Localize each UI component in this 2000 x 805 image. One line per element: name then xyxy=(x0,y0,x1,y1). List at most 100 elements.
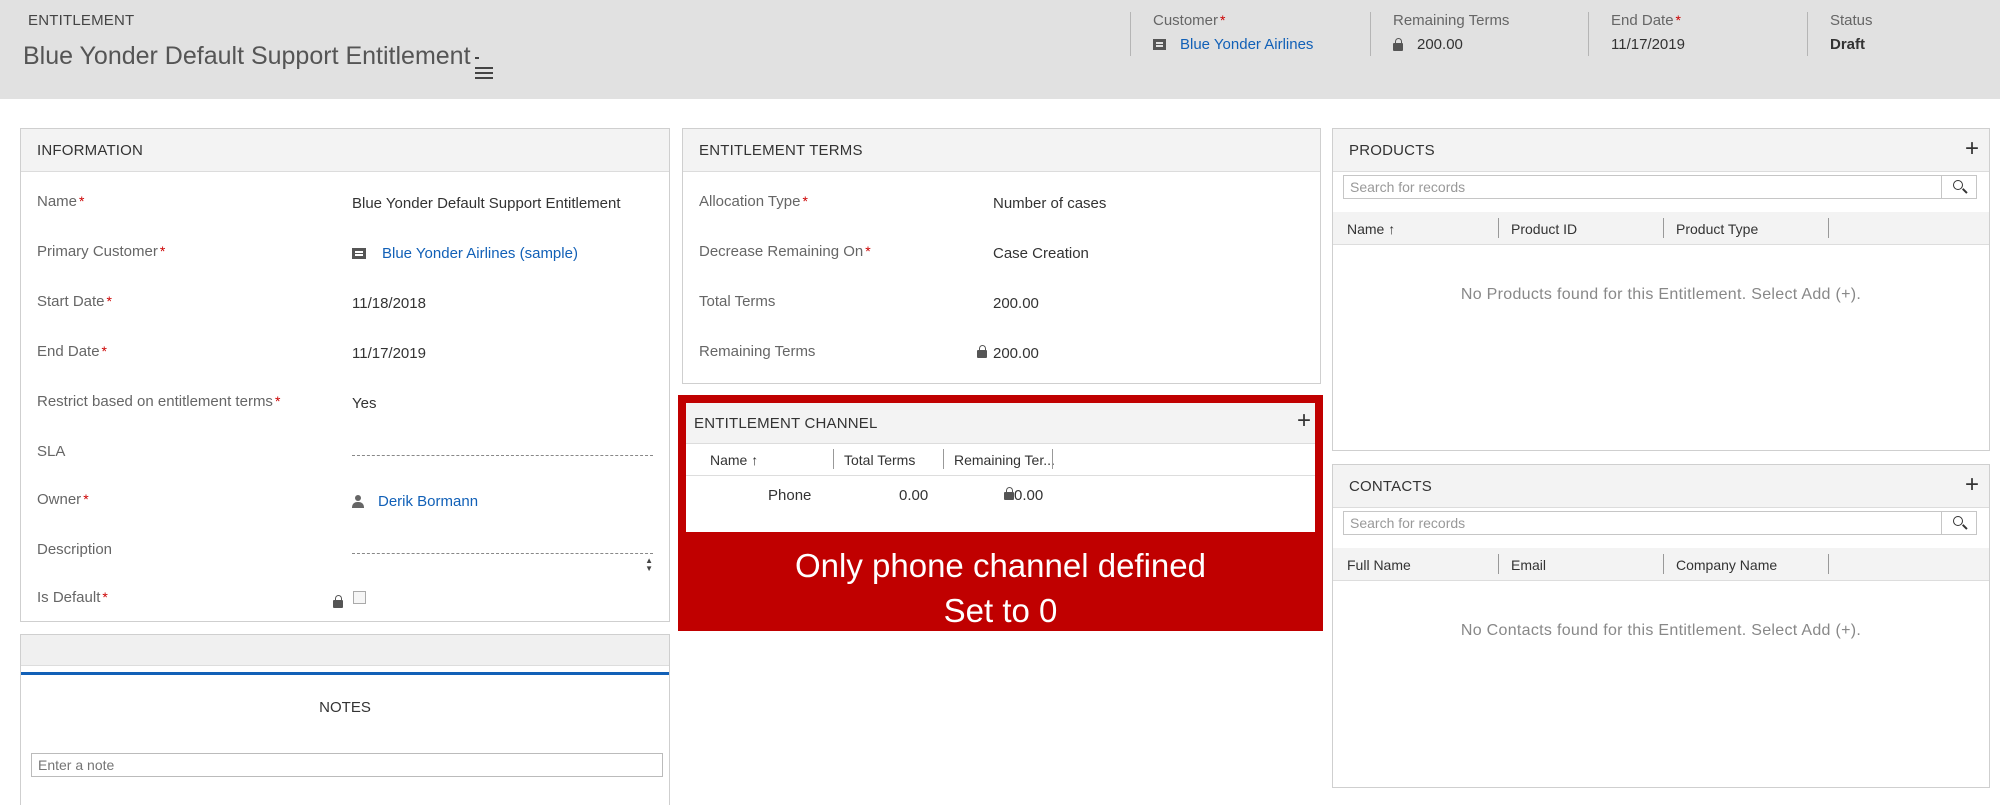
add-contact-button[interactable]: + xyxy=(1965,473,1979,497)
field-decrease-value[interactable]: Case Creation xyxy=(993,245,1089,262)
column-separator[interactable] xyxy=(943,449,944,469)
header-field-remaining-terms: Remaining Terms 200.00 xyxy=(1370,12,1583,56)
entitlement-channel-section: ENTITLEMENT CHANNEL + Name ↑ Total Terms… xyxy=(686,403,1315,532)
field-owner[interactable]: Owner * Derik Bormann xyxy=(37,485,653,515)
header-end-date-label: End Date xyxy=(1611,12,1674,29)
column-total-terms[interactable]: Total Terms xyxy=(844,452,915,468)
notes-tab-strip xyxy=(21,635,669,666)
header-remaining-label: Remaining Terms xyxy=(1393,12,1510,29)
products-grid-header: Name ↑ Product ID Product Type xyxy=(1333,212,1989,245)
field-allocation-label: Allocation Type xyxy=(699,193,801,210)
is-default-checkbox[interactable] xyxy=(353,591,366,604)
column-separator[interactable] xyxy=(1663,218,1664,238)
column-remaining-terms[interactable]: Remaining Ter... xyxy=(954,452,1055,468)
header-remaining-value: 200.00 xyxy=(1417,36,1463,53)
column-separator[interactable] xyxy=(1663,554,1664,574)
table-row[interactable]: Phone 0.00 0.00 xyxy=(686,476,1315,516)
column-name[interactable]: Name ↑ xyxy=(710,452,758,468)
account-icon xyxy=(1153,39,1166,50)
column-product-type[interactable]: Product Type xyxy=(1676,221,1758,237)
contacts-empty-message: No Contacts found for this Entitlement. … xyxy=(1460,622,1862,639)
field-start-date-label: Start Date xyxy=(37,293,105,310)
search-icon[interactable] xyxy=(1941,176,1976,198)
owner-link[interactable]: Derik Bormann xyxy=(378,493,478,510)
field-end-date-value[interactable]: 11/17/2019 xyxy=(352,345,426,362)
column-separator[interactable] xyxy=(1828,554,1829,574)
field-name[interactable]: Name * Blue Yonder Default Support Entitl… xyxy=(37,187,653,217)
field-start-date[interactable]: Start Date * 11/18/2018 xyxy=(37,287,653,317)
search-icon[interactable] xyxy=(1941,512,1976,534)
tab-notes[interactable]: NOTES xyxy=(21,699,669,716)
entity-type-label: ENTITLEMENT xyxy=(28,12,135,29)
field-primary-customer[interactable]: Primary Customer * Blue Yonder Airlines (… xyxy=(37,237,653,267)
column-company-name[interactable]: Company Name xyxy=(1676,557,1777,573)
field-description[interactable]: Description ▲ ▼ xyxy=(37,535,653,577)
field-start-date-value[interactable]: 11/18/2018 xyxy=(352,295,426,312)
lock-icon xyxy=(977,345,987,358)
annotation-callout: ENTITLEMENT CHANNEL + Name ↑ Total Terms… xyxy=(678,395,1323,631)
channel-name-cell: Phone xyxy=(768,487,812,504)
entitlement-terms-section: ENTITLEMENT TERMS Allocation Type * Numbe… xyxy=(682,128,1321,384)
field-restrict[interactable]: Restrict based on entitlement terms * Yes xyxy=(37,387,653,417)
field-allocation-value[interactable]: Number of cases xyxy=(993,195,1106,212)
header-field-status: Status Draft xyxy=(1807,12,1980,56)
products-search-input[interactable]: Search for records xyxy=(1343,175,1977,199)
column-separator[interactable] xyxy=(1052,449,1053,469)
field-allocation-type[interactable]: Allocation Type * Number of cases xyxy=(699,187,1304,217)
header-customer-link[interactable]: Blue Yonder Airlines xyxy=(1180,36,1313,53)
header-customer-label: Customer xyxy=(1153,12,1219,29)
header-field-customer: Customer * Blue Yonder Airlines xyxy=(1130,12,1343,56)
notes-tab-indicator xyxy=(21,672,669,675)
column-separator[interactable] xyxy=(1828,218,1829,238)
field-total-value[interactable]: 200.00 xyxy=(993,295,1039,312)
channel-total-cell: 0.00 xyxy=(899,487,929,504)
add-channel-button[interactable]: + xyxy=(1297,409,1311,433)
column-name[interactable]: Name ↑ xyxy=(1347,221,1395,237)
field-remaining-label: Remaining Terms xyxy=(699,343,816,360)
column-separator[interactable] xyxy=(1498,218,1499,238)
field-decrease-remaining[interactable]: Decrease Remaining On * Case Creation xyxy=(699,237,1304,267)
products-search-placeholder: Search for records xyxy=(1350,179,1466,195)
primary-customer-link[interactable]: Blue Yonder Airlines (sample) xyxy=(382,245,578,262)
column-email[interactable]: Email xyxy=(1511,557,1546,573)
field-total-terms[interactable]: Total Terms 200.00 xyxy=(699,287,1304,317)
sla-lookup-input[interactable] xyxy=(352,455,653,456)
scroll-spinner-icon[interactable]: ▲ ▼ xyxy=(645,557,653,573)
column-separator[interactable] xyxy=(1498,554,1499,574)
field-total-label: Total Terms xyxy=(699,293,776,310)
lock-icon xyxy=(333,595,343,608)
callout-line-1: Only phone channel defined xyxy=(795,547,1206,584)
field-name-value[interactable]: Blue Yonder Default Support Entitlement xyxy=(352,195,621,212)
field-primary-customer-label: Primary Customer xyxy=(37,243,158,260)
callout-line-2: Set to 0 xyxy=(943,592,1058,629)
header-field-end-date: End Date * 11/17/2019 xyxy=(1588,12,1801,56)
header-status-value: Draft xyxy=(1830,36,1866,53)
lock-icon xyxy=(1004,487,1014,500)
header-status-label: Status xyxy=(1830,12,1873,29)
record-header: ENTITLEMENT Blue Yonder Default Support … xyxy=(0,0,2000,99)
add-product-button[interactable]: + xyxy=(1965,137,1979,161)
field-owner-label: Owner xyxy=(37,491,82,508)
form-selector-icon[interactable] xyxy=(475,49,493,79)
column-product-id[interactable]: Product ID xyxy=(1511,221,1577,237)
contacts-search-input[interactable]: Search for records xyxy=(1343,511,1977,535)
field-end-date-label: End Date xyxy=(37,343,100,360)
field-is-default-label: Is Default xyxy=(37,589,101,606)
field-is-default[interactable]: Is Default * xyxy=(37,583,653,613)
field-restrict-value[interactable]: Yes xyxy=(352,395,376,412)
header-end-date-value[interactable]: 11/17/2019 xyxy=(1611,36,1801,53)
column-separator[interactable] xyxy=(833,449,834,469)
field-remaining-terms: Remaining Terms 200.00 xyxy=(699,337,1304,367)
field-remaining-value: 200.00 xyxy=(993,345,1039,362)
products-title: PRODUCTS xyxy=(1349,142,1435,159)
description-textarea[interactable] xyxy=(352,553,653,554)
channel-remaining-cell: 0.00 xyxy=(1014,487,1044,504)
user-icon xyxy=(352,494,364,509)
contacts-search-placeholder: Search for records xyxy=(1350,515,1466,531)
column-full-name[interactable]: Full Name xyxy=(1347,557,1411,573)
field-name-label: Name xyxy=(37,193,78,210)
notes-section: NOTES xyxy=(20,634,670,805)
note-input[interactable] xyxy=(31,753,663,777)
field-sla[interactable]: SLA xyxy=(37,437,653,467)
field-end-date[interactable]: End Date * 11/17/2019 xyxy=(37,337,653,367)
